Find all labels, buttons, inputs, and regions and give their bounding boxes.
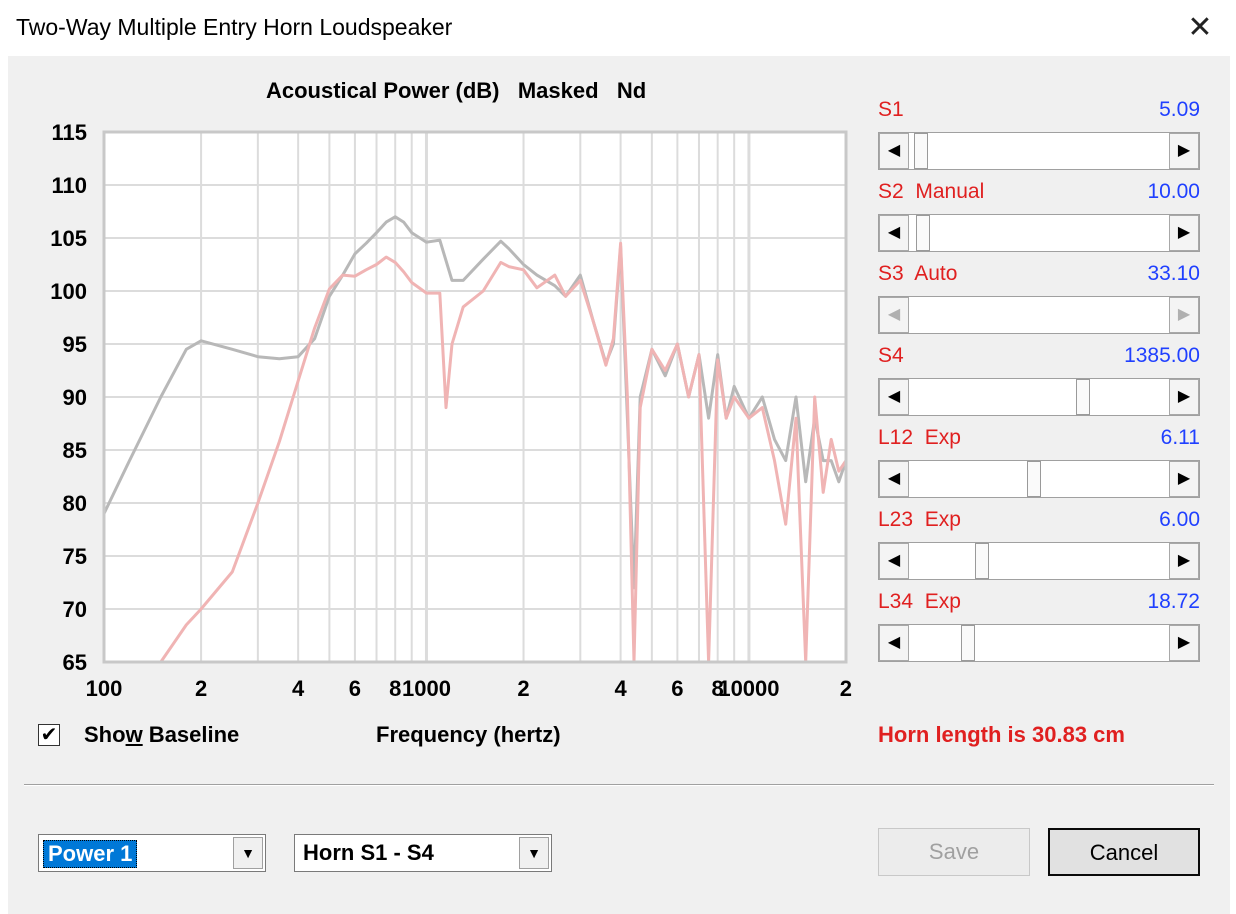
arrow-right-icon[interactable]: ▶: [1169, 461, 1199, 497]
show-baseline-label-part: Baseline: [142, 722, 240, 747]
x-tick-label: 2: [517, 676, 529, 701]
y-tick-label: 90: [63, 385, 87, 410]
x-tick-label: 2: [195, 676, 207, 701]
x-tick-label: 6: [349, 676, 361, 701]
slider-label: L34 Exp: [878, 590, 961, 613]
slider-thumb[interactable]: [1076, 379, 1091, 415]
slider-value: 5.09: [1159, 98, 1200, 121]
slider-label: S1: [878, 98, 904, 121]
arrow-left-icon[interactable]: ◀: [879, 133, 909, 169]
arrow-left-icon: ◀: [879, 297, 909, 333]
horn-select[interactable]: Horn S1 - S4 ▼: [294, 834, 552, 872]
divider: [24, 784, 1214, 786]
y-tick-label: 65: [63, 650, 87, 675]
cancel-button[interactable]: Cancel: [1048, 828, 1200, 876]
slider-value: 6.00: [1159, 508, 1200, 531]
slider-label: L12 Exp: [878, 426, 961, 449]
slider-thumb[interactable]: [975, 543, 990, 579]
x-tick-label: 2: [840, 676, 852, 701]
arrow-left-icon[interactable]: ◀: [879, 461, 909, 497]
y-tick-label: 85: [63, 438, 87, 463]
window-frame-right: [1230, 56, 1236, 914]
arrow-right-icon[interactable]: ▶: [1169, 379, 1199, 415]
y-tick-label: 80: [63, 491, 87, 516]
show-baseline-checkbox[interactable]: ✔: [38, 724, 60, 746]
y-tick-label: 70: [63, 597, 87, 622]
show-baseline-label-part: Sho: [84, 722, 126, 747]
arrow-right-icon[interactable]: ▶: [1169, 133, 1199, 169]
save-button[interactable]: Save: [878, 828, 1030, 876]
slider-thumb[interactable]: [916, 215, 931, 251]
x-axis-label: Frequency (hertz): [376, 722, 561, 747]
x-tick-label: 1000: [402, 676, 451, 701]
x-tick-label: 8: [389, 676, 401, 701]
x-tick-label: 4: [292, 676, 305, 701]
x-tick-label: 6: [671, 676, 683, 701]
slider-value: 18.72: [1147, 590, 1200, 613]
y-tick-label: 105: [50, 226, 87, 251]
slider-value: 6.11: [1160, 426, 1200, 449]
arrow-right-icon[interactable]: ▶: [1169, 215, 1199, 251]
slider-label: L23 Exp: [878, 508, 961, 531]
slider-label: S3 Auto: [878, 262, 958, 285]
arrow-right-icon[interactable]: ▶: [1169, 625, 1199, 661]
y-tick-label: 115: [52, 120, 88, 145]
x-tick-label: 100: [86, 676, 123, 701]
frequency-response-chart: 11511010510095908580757065100 2 4 6 8 1000 2 4 6…: [50, 120, 852, 701]
slider-scrollbar[interactable]: ◀ ▶: [878, 460, 1200, 498]
arrow-left-icon[interactable]: ◀: [879, 625, 909, 661]
y-tick-label: 95: [63, 332, 87, 357]
slider-scrollbar: ◀ ▶: [878, 296, 1200, 334]
arrow-left-icon[interactable]: ◀: [879, 379, 909, 415]
horn-select-value: Horn S1 - S4: [303, 840, 434, 865]
slider-scrollbar[interactable]: ◀ ▶: [878, 542, 1200, 580]
arrow-left-icon[interactable]: ◀: [879, 543, 909, 579]
chevron-down-icon[interactable]: ▼: [233, 837, 263, 869]
y-tick-label: 110: [52, 173, 88, 198]
power-select-value: Power 1: [43, 840, 138, 868]
x-tick-label: 4: [614, 676, 627, 701]
slider-label: S2 Manual: [878, 180, 985, 203]
chevron-down-icon[interactable]: ▼: [519, 837, 549, 869]
power-select[interactable]: Power 1 ▼: [38, 834, 266, 872]
slider-scrollbar[interactable]: ◀ ▶: [878, 624, 1200, 662]
slider-thumb[interactable]: [913, 133, 928, 169]
arrow-left-icon[interactable]: ◀: [879, 215, 909, 251]
slider-thumb[interactable]: [1027, 461, 1042, 497]
slider-scrollbar[interactable]: ◀ ▶: [878, 132, 1200, 170]
slider-value: 1385.00: [1124, 344, 1200, 367]
show-baseline-mnemonic: w: [125, 722, 143, 747]
slider-value: 33.10: [1147, 262, 1200, 285]
horn-length-text: Horn length is 30.83 cm: [878, 722, 1125, 747]
slider-scrollbar[interactable]: ◀ ▶: [878, 214, 1200, 252]
slider-value: 10.00: [1147, 180, 1200, 203]
slider-scrollbar[interactable]: ◀ ▶: [878, 378, 1200, 416]
y-tick-label: 100: [50, 279, 87, 304]
y-tick-label: 75: [63, 544, 87, 569]
close-icon[interactable]: ✕: [1182, 10, 1218, 46]
arrow-right-icon: ▶: [1169, 297, 1199, 333]
x-tick-label: 10000: [718, 676, 779, 701]
slider-thumb[interactable]: [960, 625, 975, 661]
slider-label: S4: [878, 344, 904, 367]
show-baseline-label[interactable]: Show Baseline: [84, 722, 239, 748]
arrow-right-icon[interactable]: ▶: [1169, 543, 1199, 579]
